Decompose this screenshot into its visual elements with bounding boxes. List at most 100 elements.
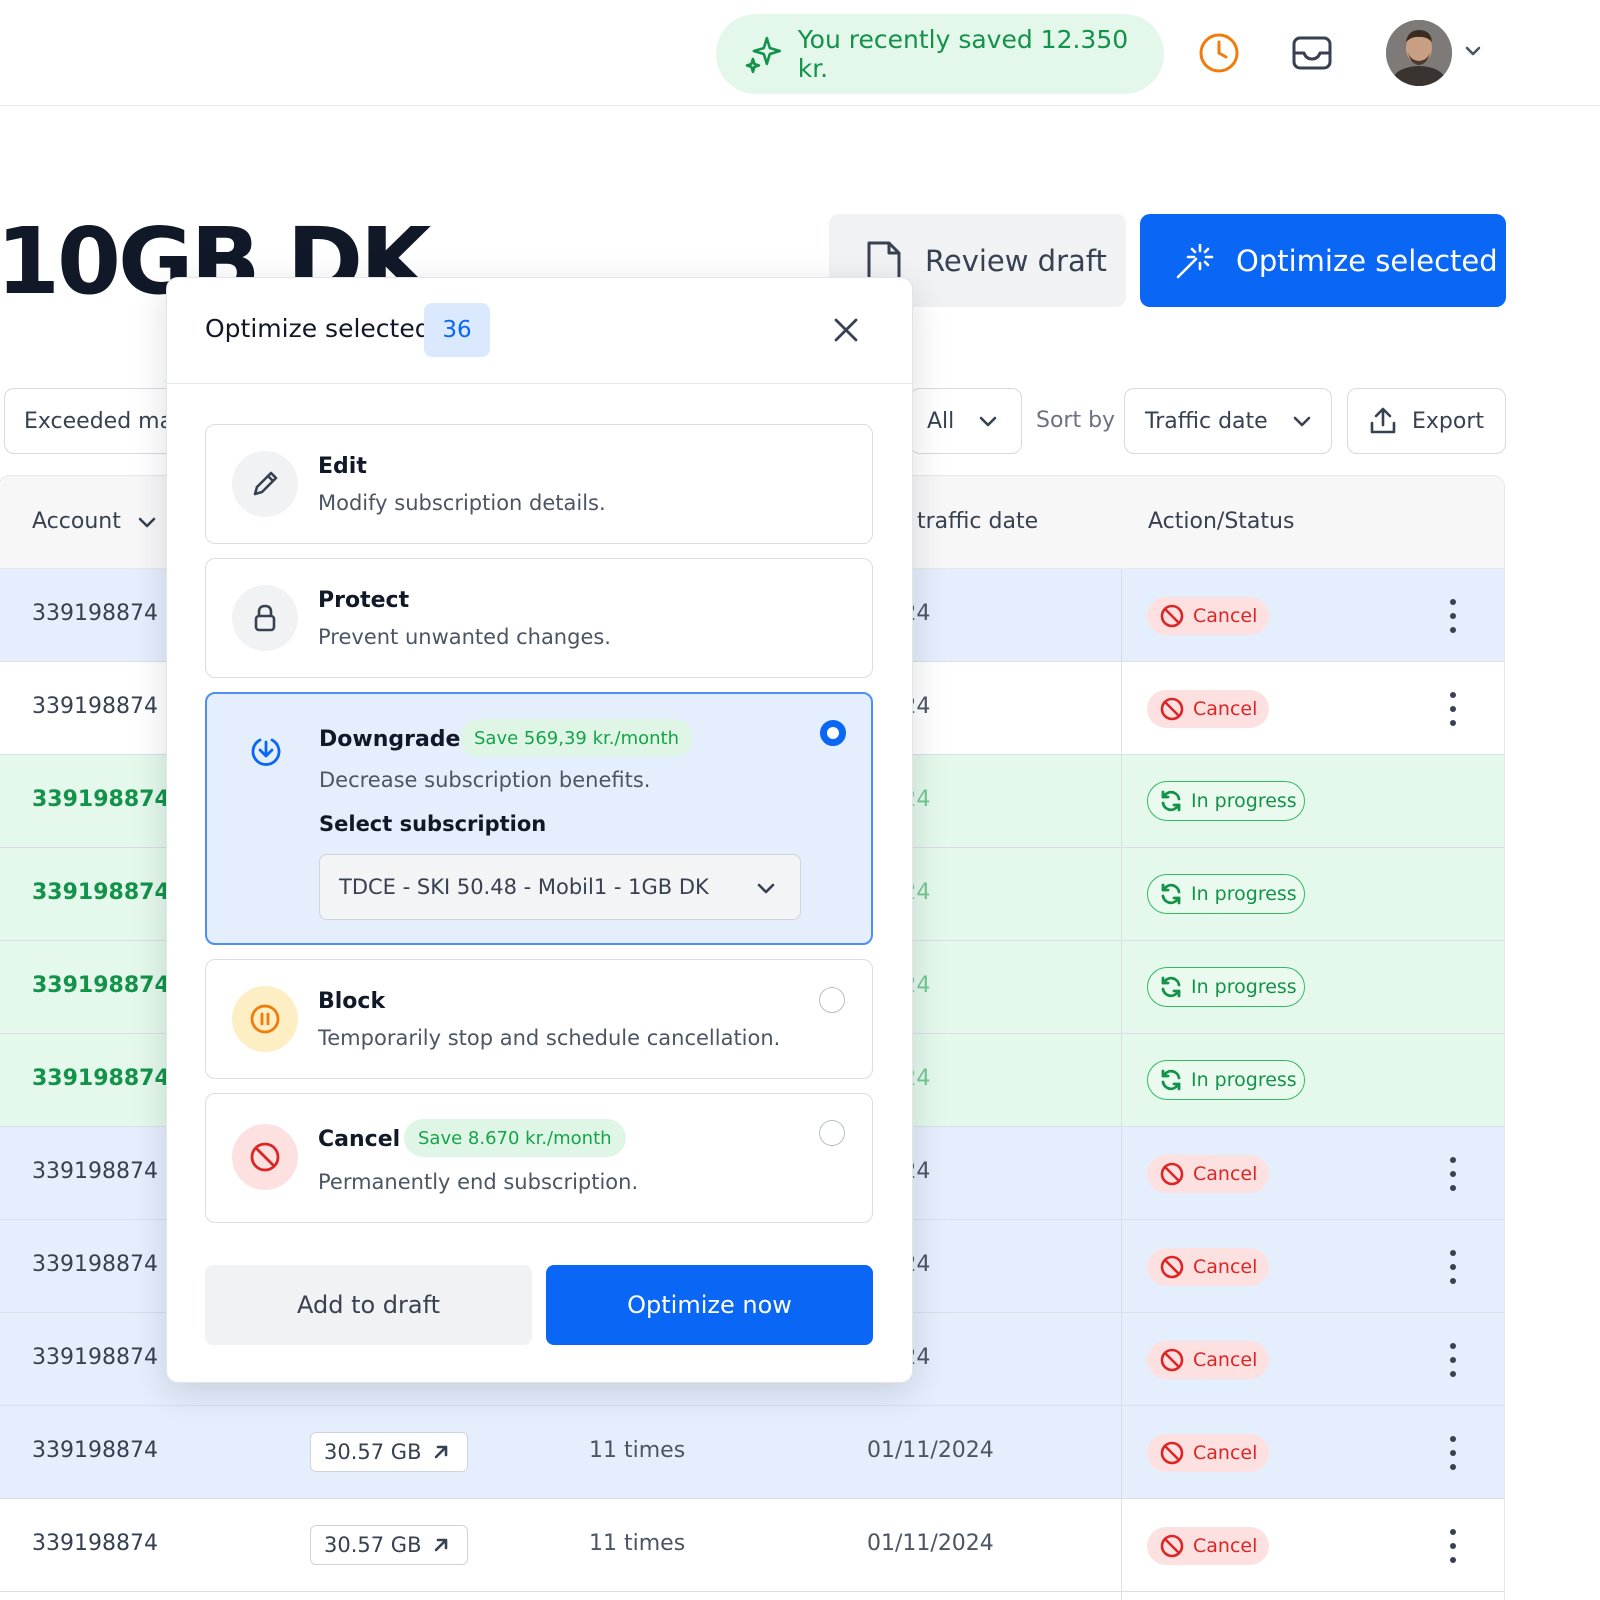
status-label: Cancel <box>1193 1163 1258 1185</box>
arrow-up-right-icon <box>435 1445 448 1459</box>
status-badge: In progress <box>1147 1060 1305 1100</box>
chevron-down-icon[interactable] <box>1462 40 1484 62</box>
prohibited-icon <box>1160 604 1184 628</box>
status-badge: In progress <box>1147 781 1305 821</box>
status-label: In progress <box>1191 883 1297 905</box>
status-badge: Cancel <box>1147 1248 1269 1286</box>
account-number: 339198874 <box>32 1438 158 1463</box>
status-badge: In progress <box>1147 967 1305 1007</box>
dialog-header: Optimize selected 36 <box>167 278 912 384</box>
account-number: 339198874 <box>32 1252 158 1277</box>
refresh-icon <box>1161 883 1181 905</box>
arrow-up-right-icon <box>435 1538 448 1552</box>
row-menu-icon[interactable] <box>1445 1436 1461 1470</box>
table-row[interactable]: 339198874 30.57 GB 11 times 01/11/2024 Cance… <box>0 1406 1504 1499</box>
option-downgrade-radio[interactable] <box>820 720 846 746</box>
option-cancel-title: Cancel <box>318 1127 401 1152</box>
option-cancel[interactable]: Cancel Save 8.670 kr./month Permanently … <box>205 1093 873 1223</box>
option-protect[interactable]: Protect Prevent unwanted changes. <box>205 558 873 678</box>
downgrade-savings-chip: Save 569,39 kr./month <box>460 719 693 757</box>
column-header-account[interactable]: Account <box>32 509 159 534</box>
prohibited-icon <box>232 1124 298 1190</box>
subscription-select[interactable]: TDCE - SKI 50.48 - Mobil1 - 1GB DK <box>319 854 801 920</box>
exceed-count: 11 times <box>589 1531 686 1556</box>
column-divider <box>1121 569 1122 1600</box>
sort-dropdown[interactable]: Traffic date <box>1124 388 1332 454</box>
upload-icon <box>1370 407 1396 434</box>
filter-all-label: All <box>927 408 955 434</box>
account-number: 339198874 <box>32 1159 158 1184</box>
usage-chip[interactable]: 30.57 GB <box>310 1525 468 1565</box>
prohibited-icon <box>1160 1162 1184 1186</box>
status-badge: Cancel <box>1147 1527 1269 1565</box>
add-to-draft-button[interactable]: Add to draft <box>205 1265 532 1345</box>
status-label: Cancel <box>1193 698 1258 720</box>
account-number: 339198874 <box>32 973 170 998</box>
table-row[interactable]: 339198874 30.57 GB 11 times 01/11/2024 Cance… <box>0 1499 1504 1592</box>
savings-banner[interactable]: You recently saved 12.350 kr. <box>716 14 1164 94</box>
status-badge: In progress <box>1147 874 1305 914</box>
magic-wand-icon <box>1176 243 1214 278</box>
option-downgrade-desc: Decrease subscription benefits. <box>319 768 651 792</box>
row-menu-icon[interactable] <box>1445 599 1461 633</box>
refresh-icon <box>1161 790 1181 812</box>
usage-value: 30.57 GB <box>324 1440 422 1464</box>
option-edit-title: Edit <box>318 454 367 479</box>
option-edit[interactable]: Edit Modify subscription details. <box>205 424 873 544</box>
usage-chip[interactable]: 30.57 GB <box>310 1432 468 1472</box>
filter-all-dropdown[interactable]: All <box>910 388 1022 454</box>
sort-by-label: Sort by <box>1036 408 1116 433</box>
account-number: 339198874 <box>32 787 170 812</box>
status-badge: Cancel <box>1147 690 1269 728</box>
optimize-selected-dialog: Optimize selected 36 Edit Modify subscri… <box>166 277 913 1383</box>
row-menu-icon[interactable] <box>1445 1250 1461 1284</box>
chevron-down-icon <box>757 883 775 894</box>
account-number: 339198874 <box>32 1531 158 1556</box>
status-label: Cancel <box>1193 1349 1258 1371</box>
optimize-selected-button[interactable]: Optimize selected <box>1140 214 1506 307</box>
option-block-radio[interactable] <box>819 987 845 1013</box>
option-cancel-desc: Permanently end subscription. <box>318 1170 639 1194</box>
inbox-button[interactable] <box>1289 30 1335 76</box>
option-block-title: Block <box>318 989 386 1014</box>
option-block-desc: Temporarily stop and schedule cancellati… <box>318 1026 781 1050</box>
option-block[interactable]: Block Temporarily stop and schedule canc… <box>205 959 873 1079</box>
optimize-now-button[interactable]: Optimize now <box>546 1265 873 1345</box>
account-number: 339198874 <box>32 694 158 719</box>
status-badge: Cancel <box>1147 1341 1269 1379</box>
arrow-down-circle-icon <box>233 718 299 784</box>
optimize-selected-label: Optimize selected <box>1236 243 1498 278</box>
prohibited-icon <box>1160 697 1184 721</box>
export-button[interactable]: Export <box>1347 388 1506 454</box>
column-header-traffic-date[interactable]: traffic date <box>917 509 1038 534</box>
option-cancel-radio[interactable] <box>819 1120 845 1146</box>
account-number: 339198874 <box>32 601 158 626</box>
document-icon <box>867 241 901 280</box>
status-label: In progress <box>1191 790 1297 812</box>
row-menu-icon[interactable] <box>1445 1529 1461 1563</box>
refresh-icon <box>1161 1069 1181 1091</box>
status-label: Cancel <box>1193 605 1258 627</box>
row-menu-icon[interactable] <box>1445 1157 1461 1191</box>
avatar-photo <box>1386 20 1452 86</box>
avatar[interactable] <box>1386 20 1452 86</box>
exceed-count: 11 times <box>589 1438 686 1463</box>
column-header-action-status: Action/Status <box>1148 509 1295 534</box>
row-menu-icon[interactable] <box>1445 692 1461 726</box>
savings-text: You recently saved 12.350 kr. <box>797 25 1129 83</box>
review-draft-label: Review draft <box>925 243 1107 278</box>
close-icon[interactable] <box>831 315 861 345</box>
option-edit-desc: Modify subscription details. <box>318 491 606 515</box>
row-menu-icon[interactable] <box>1445 1343 1461 1377</box>
chevron-down-icon <box>979 416 997 427</box>
prohibited-icon <box>1160 1441 1184 1465</box>
traffic-date: 01/11/2024 <box>867 1438 994 1463</box>
status-label: Cancel <box>1193 1442 1258 1464</box>
status-label: Cancel <box>1193 1535 1258 1557</box>
pause-circle-icon <box>232 986 298 1052</box>
option-downgrade[interactable]: Downgrade Save 569,39 kr./month Decrease… <box>205 692 873 945</box>
history-button[interactable] <box>1196 30 1242 76</box>
prohibited-icon <box>1160 1348 1184 1372</box>
usage-value: 30.57 GB <box>324 1533 422 1557</box>
pencil-icon <box>232 451 298 517</box>
